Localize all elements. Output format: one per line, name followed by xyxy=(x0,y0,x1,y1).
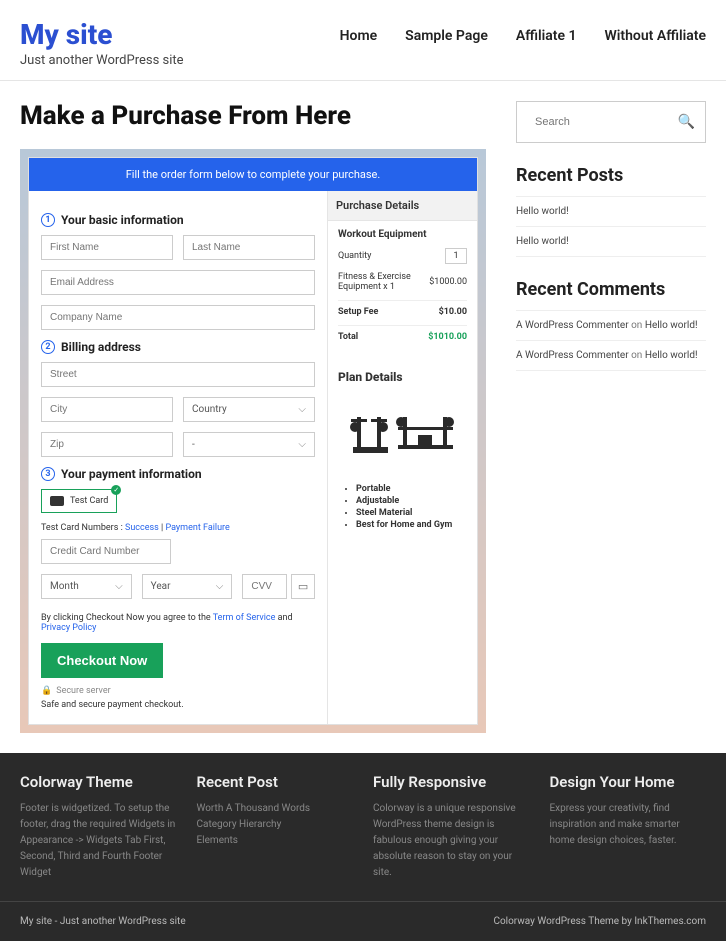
site-tagline: Just another WordPress site xyxy=(20,53,184,68)
checkout-button[interactable]: Checkout Now xyxy=(41,643,163,678)
privacy-link[interactable]: Privacy Policy xyxy=(41,623,96,633)
state-select[interactable]: - xyxy=(183,432,315,457)
footer-col1-title: Colorway Theme xyxy=(20,773,177,791)
last-name-input[interactable] xyxy=(183,235,315,260)
lock-icon: 🔒 xyxy=(41,686,52,696)
list-item[interactable]: A WordPress Commenter on Hello world! xyxy=(516,311,706,341)
total-price: $1010.00 xyxy=(428,332,467,342)
plan-image xyxy=(338,394,467,474)
footer-col2-title: Recent Post xyxy=(197,773,354,791)
cvv-input[interactable] xyxy=(242,574,287,599)
line-item-price: $1000.00 xyxy=(429,277,467,287)
nav-sample-page[interactable]: Sample Page xyxy=(405,28,488,44)
footer-col3-text: Colorway is a unique responsive WordPres… xyxy=(373,801,530,881)
total-label: Total xyxy=(338,332,358,342)
step-3-label: Your payment information xyxy=(61,467,202,481)
setup-fee-price: $10.00 xyxy=(439,307,467,317)
site-title[interactable]: My site xyxy=(20,18,184,51)
email-input[interactable] xyxy=(41,270,315,295)
list-item[interactable]: Hello world! xyxy=(516,197,706,227)
nav-without-affiliate[interactable]: Without Affiliate xyxy=(604,28,706,44)
nav-home[interactable]: Home xyxy=(340,28,378,44)
cvv-card-icon: ▭ xyxy=(291,574,315,599)
footer-recent-post-link[interactable]: Elements xyxy=(197,833,354,849)
terms-text: By clicking Checkout Now you agree to th… xyxy=(41,613,315,633)
line-item-desc: Fitness & Exercise Equipment x 1 xyxy=(338,272,418,292)
secure-server-note: 🔒 Secure server xyxy=(41,686,315,696)
test-card-hint: Test Card Numbers : Success | Payment Fa… xyxy=(41,523,315,533)
year-select[interactable]: Year xyxy=(142,574,233,599)
recent-posts-title: Recent Posts xyxy=(516,165,706,186)
footer-col3-title: Fully Responsive xyxy=(373,773,530,791)
plan-feature: Steel Material xyxy=(356,508,467,518)
zip-input[interactable] xyxy=(41,432,173,457)
footer-recent-post-link[interactable]: Worth A Thousand Words xyxy=(197,801,354,817)
step-2-label: Billing address xyxy=(61,340,141,354)
safe-checkout-note: Safe and secure payment checkout. xyxy=(41,700,315,710)
nav-affiliate-1[interactable]: Affiliate 1 xyxy=(516,28,577,44)
purchase-item-name: Workout Equipment xyxy=(338,229,467,240)
checkout-card: Fill the order form below to complete yo… xyxy=(20,149,486,733)
month-select[interactable]: Month xyxy=(41,574,132,599)
street-input[interactable] xyxy=(41,362,315,387)
test-card-label: Test Card xyxy=(70,496,108,506)
setup-fee-label: Setup Fee xyxy=(338,307,378,317)
failure-link[interactable]: Payment Failure xyxy=(165,523,229,533)
cc-number-input[interactable] xyxy=(41,539,171,564)
step-basic-info: 1 Your basic information xyxy=(41,213,315,227)
quantity-label: Quantity xyxy=(338,251,371,261)
recent-comments-list: A WordPress Commenter on Hello world! A … xyxy=(516,310,706,371)
credit-card-icon xyxy=(50,496,64,506)
list-item[interactable]: A WordPress Commenter on Hello world! xyxy=(516,341,706,371)
company-input[interactable] xyxy=(41,305,315,330)
recent-comments-title: Recent Comments xyxy=(516,279,706,300)
step-1-label: Your basic information xyxy=(61,213,184,227)
quantity-input[interactable]: 1 xyxy=(445,248,467,264)
check-icon: ✓ xyxy=(111,485,121,495)
plan-details-title: Plan Details xyxy=(338,370,467,384)
page-title: Make a Purchase From Here xyxy=(20,101,486,131)
footer-bar-left: My site - Just another WordPress site xyxy=(20,916,186,927)
success-link[interactable]: Success xyxy=(125,523,159,533)
plan-features-list: Portable Adjustable Steel Material Best … xyxy=(338,484,467,530)
recent-posts-list: Hello world! Hello world! xyxy=(516,196,706,257)
plan-feature: Adjustable xyxy=(356,496,467,506)
list-item[interactable]: Hello world! xyxy=(516,227,706,257)
footer-col4-title: Design Your Home xyxy=(550,773,707,791)
plan-feature: Best for Home and Gym xyxy=(356,520,467,530)
step-billing: 2 Billing address xyxy=(41,340,315,354)
step-payment: 3 Your payment information xyxy=(41,467,315,481)
footer-bar-right[interactable]: Colorway WordPress Theme by InkThemes.co… xyxy=(493,916,706,927)
footer-col1-text: Footer is widgetized. To setup the foote… xyxy=(20,801,177,881)
search-box[interactable]: 🔍 xyxy=(516,101,706,143)
city-input[interactable] xyxy=(41,397,173,422)
step-number-icon: 3 xyxy=(41,467,55,481)
checkout-banner: Fill the order form below to complete yo… xyxy=(29,158,477,191)
gym-equipment-icon xyxy=(343,397,463,472)
footer-col4-text: Express your creativity, find inspiratio… xyxy=(550,801,707,849)
search-icon[interactable]: 🔍 xyxy=(678,114,695,130)
site-header: My site Just another WordPress site Home… xyxy=(0,0,726,81)
plan-feature: Portable xyxy=(356,484,467,494)
first-name-input[interactable] xyxy=(41,235,173,260)
step-number-icon: 1 xyxy=(41,213,55,227)
purchase-details-head: Purchase Details xyxy=(328,191,477,221)
sidebar: 🔍 Recent Posts Hello world! Hello world!… xyxy=(516,101,706,733)
tos-link[interactable]: Term of Service xyxy=(213,613,276,623)
main-nav: Home Sample Page Affiliate 1 Without Aff… xyxy=(340,18,706,44)
site-footer: Colorway Theme Footer is widgetized. To … xyxy=(0,753,726,941)
footer-recent-post-link[interactable]: Category Hierarchy xyxy=(197,817,354,833)
search-input[interactable] xyxy=(527,110,678,134)
country-select[interactable]: Country xyxy=(183,397,315,422)
test-card-option[interactable]: Test Card ✓ xyxy=(41,489,117,513)
step-number-icon: 2 xyxy=(41,340,55,354)
